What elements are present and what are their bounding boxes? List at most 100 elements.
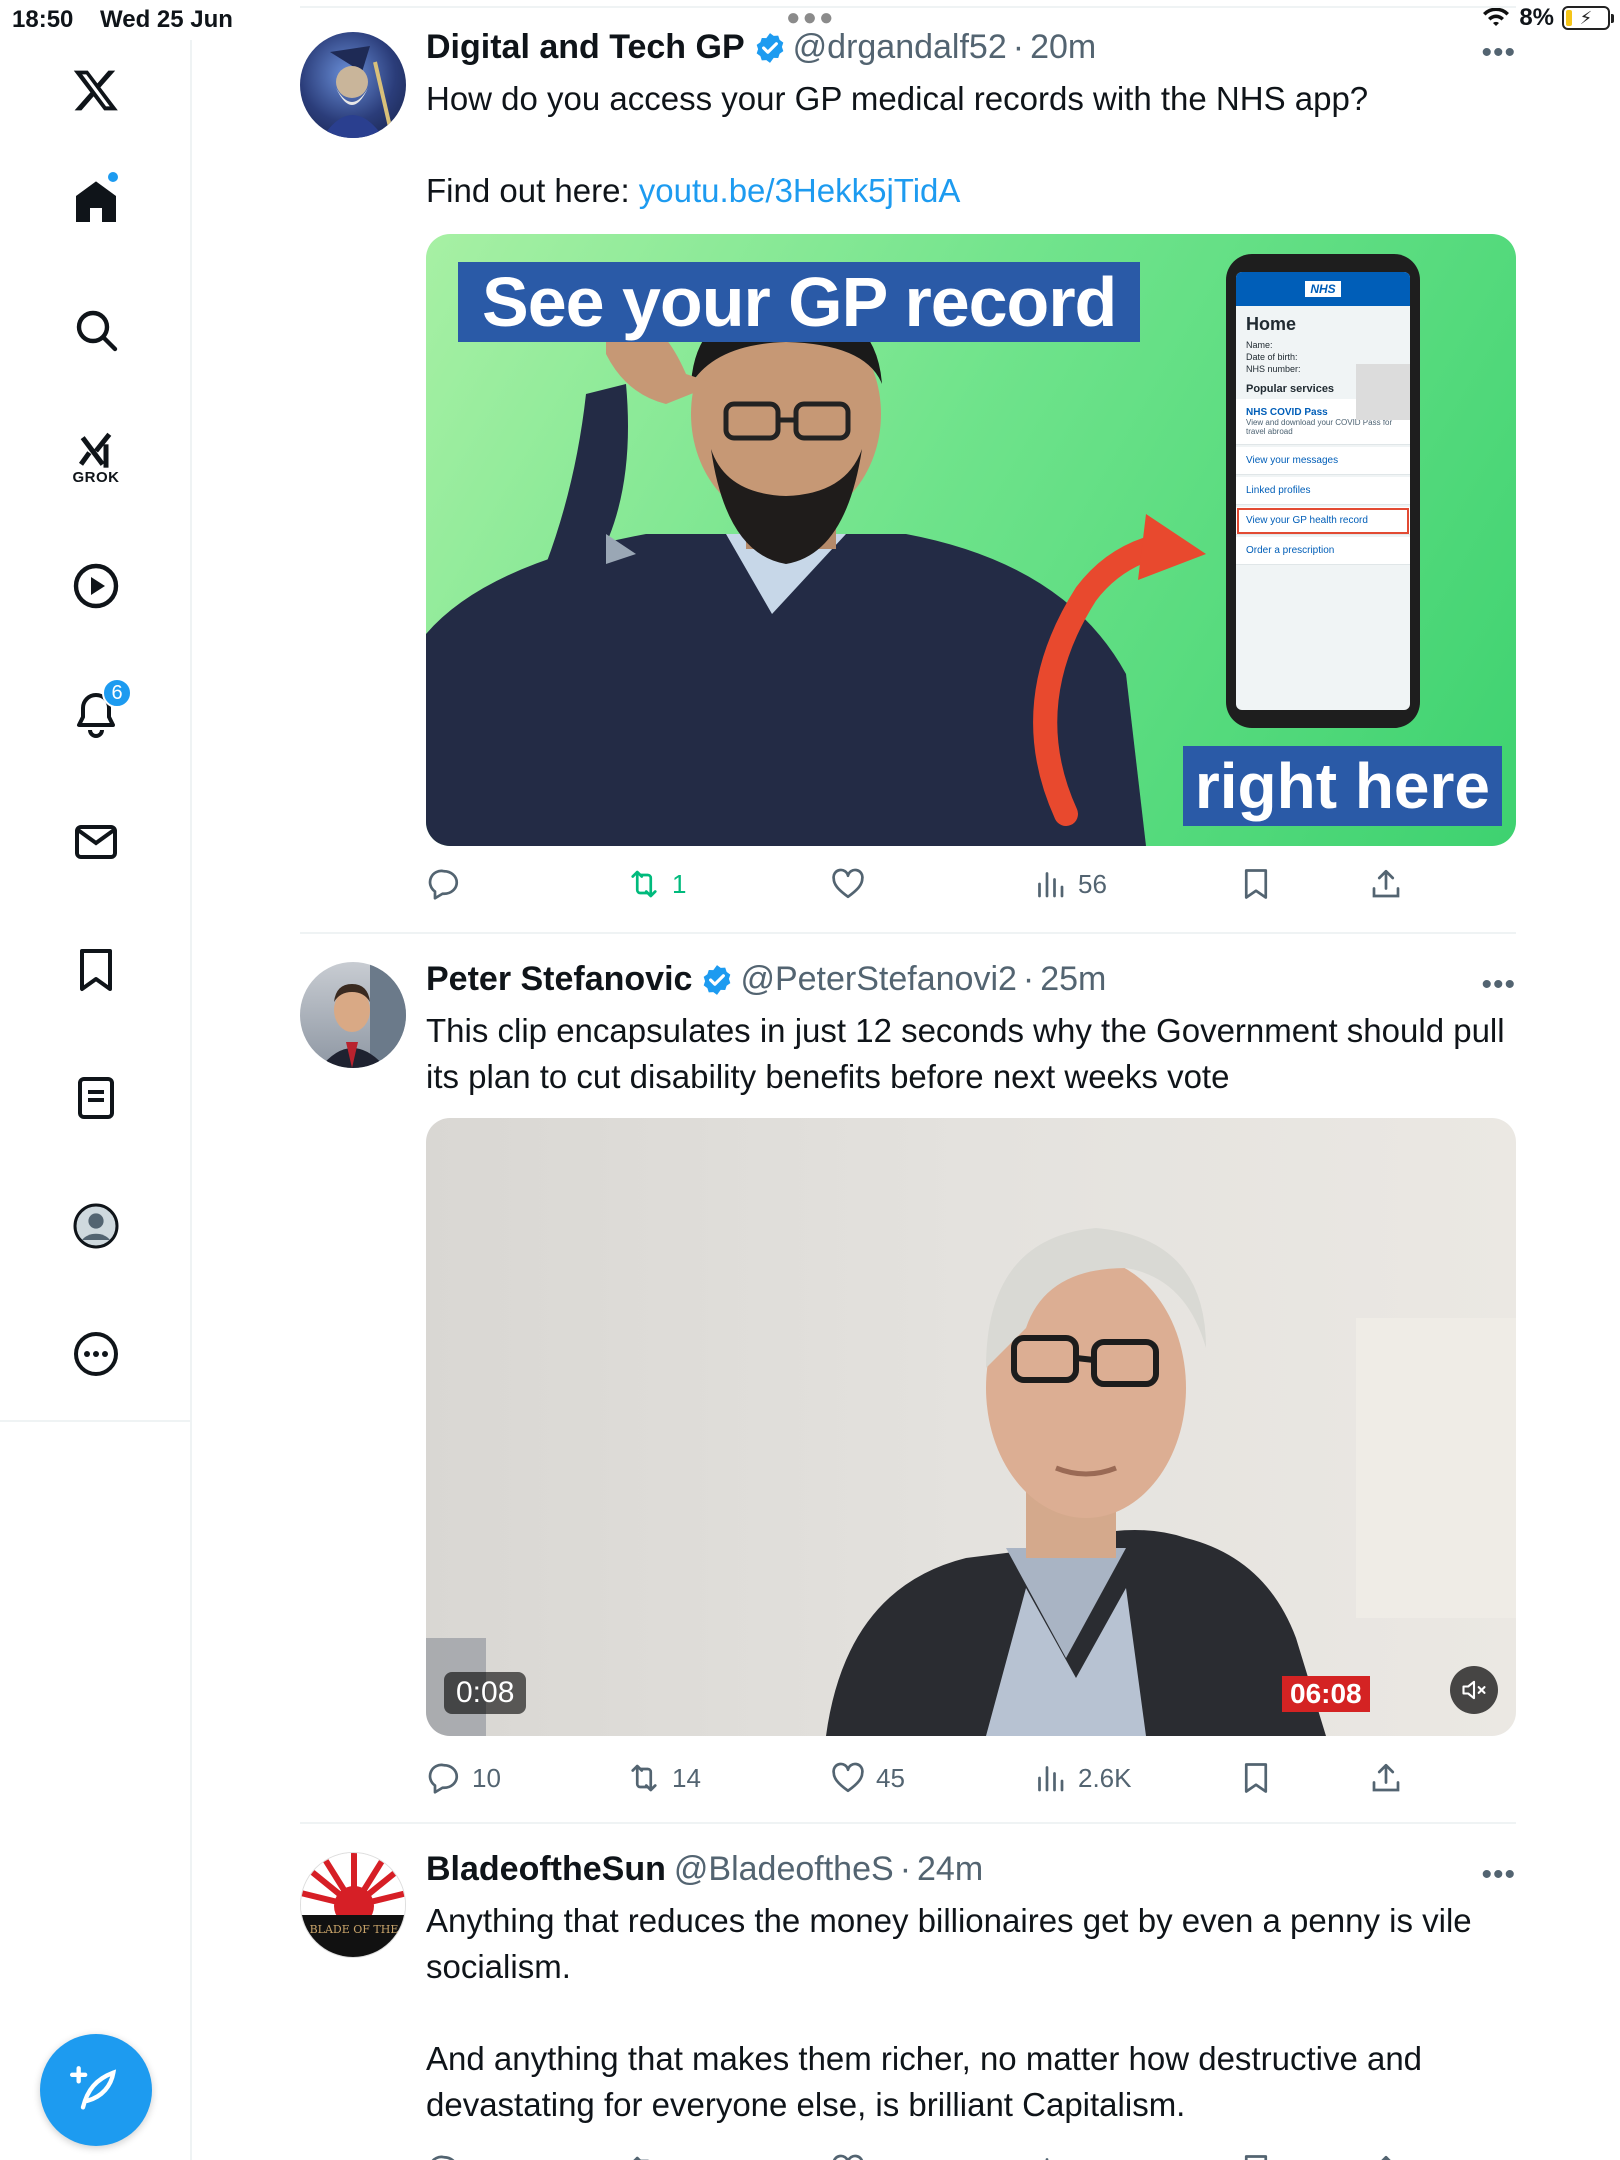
tweet-paragraph: Anything that reduces the money billiona… bbox=[426, 1902, 1472, 1985]
share-button[interactable] bbox=[1368, 2146, 1404, 2160]
tweet-text: How do you access your GP medical record… bbox=[426, 76, 1516, 214]
like-button[interactable]: 17 bbox=[830, 2146, 905, 2160]
phone-home-title: Home bbox=[1246, 314, 1297, 334]
thumbnail-title: See your GP record bbox=[458, 262, 1141, 342]
bookmark-button[interactable] bbox=[1238, 860, 1274, 908]
views-icon bbox=[1038, 872, 1064, 898]
video-overlay-time: 06:08 bbox=[1282, 1676, 1370, 1712]
retweet-button[interactable]: 1 bbox=[626, 860, 686, 908]
tweet-header: BladeoftheSun @BladeoftheS · 24m bbox=[426, 1850, 983, 1889]
x-logo-icon[interactable] bbox=[48, 42, 144, 138]
views-button[interactable]: 56 bbox=[1032, 860, 1107, 908]
notifications-badge: 6 bbox=[102, 678, 132, 708]
phone-row: Order a prescription bbox=[1236, 537, 1410, 565]
video-thumbnail[interactable]: See your GP record NHS Home Name: Date o… bbox=[426, 234, 1516, 846]
retweet-icon bbox=[631, 1764, 657, 1792]
retweet-button[interactable]: 5 bbox=[626, 2146, 686, 2160]
share-button[interactable] bbox=[1368, 860, 1404, 908]
timestamp[interactable]: 25m bbox=[1040, 960, 1106, 999]
sidebar: GROK 6 bbox=[0, 40, 192, 2160]
retweet-icon bbox=[633, 2156, 650, 2160]
thumbnail-caption: right here bbox=[1182, 746, 1502, 826]
retweet-count: 1 bbox=[672, 868, 687, 899]
video-frame-image bbox=[426, 1228, 1516, 1736]
more-options-icon[interactable]: ••• bbox=[1481, 1858, 1516, 1892]
views-button[interactable]: 2.6K bbox=[1032, 1754, 1132, 1802]
mute-button[interactable] bbox=[1450, 1666, 1498, 1714]
sidebar-divider bbox=[0, 1420, 192, 1422]
status-date: Wed 25 Jun bbox=[100, 6, 233, 33]
sidebar-item-explore[interactable] bbox=[48, 282, 144, 378]
timestamp[interactable]: 24m bbox=[917, 1850, 983, 1889]
video-player[interactable]: 0:08 06:08 bbox=[426, 1118, 1516, 1736]
retweet-count: 5 bbox=[672, 2155, 686, 2160]
sidebar-item-messages[interactable] bbox=[48, 794, 144, 890]
author-name[interactable]: Digital and Tech GP bbox=[426, 28, 745, 67]
wizard-avatar-image bbox=[322, 46, 392, 138]
like-button[interactable] bbox=[830, 860, 876, 908]
views-icon bbox=[1038, 1766, 1064, 1792]
tweet-link[interactable]: youtu.be/3Hekk5jTidA bbox=[639, 172, 961, 209]
sidebar-item-profile[interactable] bbox=[48, 1178, 144, 1274]
verified-badge-icon bbox=[756, 32, 783, 63]
sidebar-item-bookmarks[interactable] bbox=[48, 922, 144, 1018]
bookmark-icon bbox=[1244, 869, 1268, 899]
more-circle-icon bbox=[74, 1332, 118, 1376]
timestamp[interactable]: 20m bbox=[1030, 28, 1096, 67]
tweet-text: This clip encapsulates in just 12 second… bbox=[426, 1012, 1505, 1095]
portrait-avatar-image bbox=[320, 962, 406, 1068]
retweet-icon bbox=[631, 870, 657, 898]
tweet-text-line: Find out here: youtu.be/3Hekk5jTidA bbox=[426, 168, 1516, 214]
compose-feather-icon bbox=[70, 2066, 117, 2110]
bookmark-icon bbox=[80, 949, 112, 991]
phone-row: View your messages bbox=[1236, 447, 1410, 475]
phone-row-highlighted: View your GP health record bbox=[1236, 507, 1410, 535]
author-name[interactable]: Peter Stefanovic bbox=[426, 960, 692, 999]
nhs-logo: NHS bbox=[1305, 281, 1341, 297]
reply-button[interactable]: 10 bbox=[426, 1754, 501, 1802]
status-right: 8% ⚡ bbox=[1481, 4, 1614, 32]
reply-button[interactable] bbox=[426, 860, 472, 908]
status-time: 18:50 bbox=[12, 6, 74, 33]
reply-count: 10 bbox=[472, 1762, 501, 1793]
share-icon bbox=[1372, 869, 1400, 898]
reply-button[interactable]: 1 bbox=[426, 2146, 486, 2160]
sidebar-item-video[interactable] bbox=[48, 538, 144, 634]
avatar[interactable] bbox=[300, 32, 406, 138]
author-name[interactable]: BladeoftheSun bbox=[426, 1850, 666, 1889]
share-button[interactable] bbox=[1368, 1754, 1404, 1802]
phone-row: Linked profiles bbox=[1236, 477, 1410, 505]
phone-row-desc: View and download your COVID Pass for tr… bbox=[1246, 418, 1393, 436]
home-icon bbox=[76, 181, 116, 222]
share-icon bbox=[1381, 2155, 1391, 2160]
more-options-icon[interactable]: ••• bbox=[1481, 36, 1516, 70]
sidebar-item-home[interactable] bbox=[48, 154, 144, 250]
author-handle[interactable]: @PeterStefanovi2 bbox=[740, 960, 1016, 999]
battery-charging-icon: ⚡ bbox=[1562, 6, 1614, 30]
author-handle[interactable]: @BladeoftheS bbox=[674, 1850, 894, 1889]
reply-icon bbox=[428, 1763, 459, 1794]
muted-speaker-icon bbox=[1462, 1680, 1486, 1700]
compose-button[interactable] bbox=[40, 2034, 152, 2146]
home-unread-dot bbox=[106, 170, 120, 184]
sidebar-item-lists[interactable] bbox=[48, 1050, 144, 1146]
views-count: 56 bbox=[1078, 868, 1107, 899]
tweet-actions: 1 56 bbox=[426, 860, 1426, 908]
verified-badge-icon bbox=[704, 964, 731, 995]
retweet-button[interactable]: 14 bbox=[626, 1754, 701, 1802]
bookmark-button[interactable] bbox=[1238, 1754, 1274, 1802]
like-button[interactable]: 45 bbox=[830, 1754, 905, 1802]
more-options-icon[interactable]: ••• bbox=[1481, 968, 1516, 1002]
sidebar-item-grok[interactable]: GROK bbox=[48, 410, 144, 506]
reply-icon bbox=[431, 2155, 455, 2160]
avatar[interactable]: BLADE OF THE bbox=[300, 1852, 406, 1958]
avatar[interactable] bbox=[300, 962, 406, 1068]
sidebar-item-notifications[interactable]: 6 bbox=[48, 666, 144, 762]
author-handle[interactable]: @drgandalf52 bbox=[793, 28, 1007, 67]
views-button[interactable]: 724 bbox=[1032, 2146, 1121, 2160]
sidebar-item-more[interactable] bbox=[48, 1306, 144, 1402]
bookmark-button[interactable] bbox=[1238, 2146, 1274, 2160]
phone-screen: NHS Home Name: Date of birth: NHS number… bbox=[1236, 272, 1410, 710]
like-count: 45 bbox=[876, 1762, 905, 1793]
